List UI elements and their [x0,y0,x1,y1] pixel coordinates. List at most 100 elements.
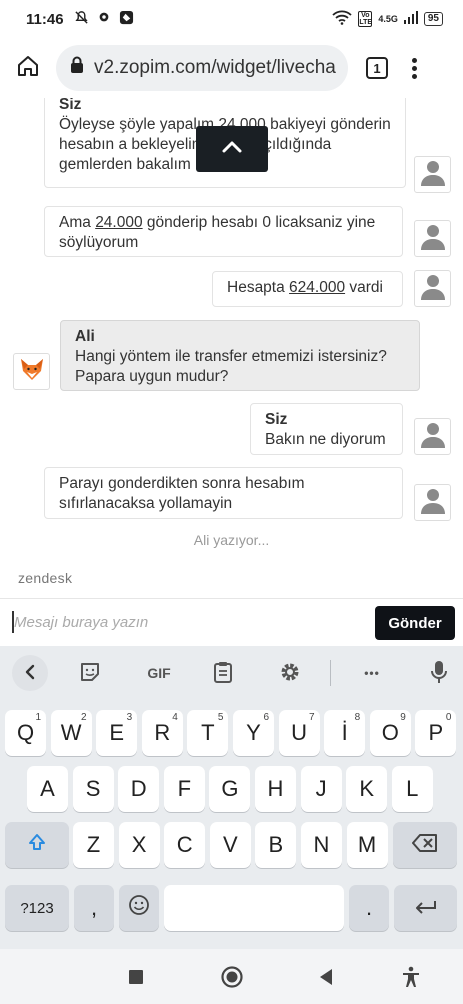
key[interactable]: P0 [415,710,457,756]
shift-key[interactable] [5,822,69,868]
key[interactable]: S [72,766,114,812]
message-text: Bakın ne diyorum [265,431,386,448]
keyboard-settings-button[interactable] [272,658,308,688]
message-composer: Gönder [0,598,463,646]
chat-message-visitor: Hesapta 624.000 vardi [212,271,403,307]
home-nav-icon[interactable] [220,965,244,989]
key[interactable]: U7 [278,710,320,756]
send-button[interactable]: Gönder [375,606,455,640]
key[interactable]: D [118,766,160,812]
space-key[interactable] [164,885,344,931]
key[interactable]: G [209,766,251,812]
key[interactable]: R4 [141,710,183,756]
key-hint: 5 [217,712,224,723]
key[interactable]: O9 [369,710,411,756]
shift-arrow-icon [27,832,47,858]
sticker-icon [79,661,101,686]
key-label: F [177,776,192,801]
voice-input-button[interactable] [421,658,457,688]
zendesk-logo[interactable]: zendesk [18,570,72,586]
key-label: W [60,720,82,745]
chat-message-visitor: Ama 24.000 gönderip hesabı 0 licaksaniz … [44,206,403,257]
backspace-icon [412,832,438,858]
key[interactable]: J [300,766,342,812]
key[interactable]: N [301,822,342,868]
status-left-icons [74,10,134,29]
key-label: B [268,832,284,857]
avatar [414,220,451,257]
tabs-icon[interactable]: 1 [366,57,388,79]
key[interactable]: M [346,822,388,868]
system-navigation-bar [0,949,463,1004]
key[interactable]: L [391,766,433,812]
key[interactable]: V [209,822,251,868]
comma-key[interactable]: , [74,885,114,931]
key-label: V [222,832,238,857]
key[interactable]: B [255,822,297,868]
settings-icon [97,10,111,28]
chat-message-agent: Ali Hangi yöntem ile transfer etmemizi i… [60,320,420,391]
key[interactable]: F [163,766,205,812]
key[interactable]: W2 [50,710,92,756]
key-label: E [109,720,125,745]
emoji-key[interactable] [119,885,159,931]
key-label: M [357,832,377,857]
gear-icon [279,661,301,686]
key-hint: 4 [172,712,178,723]
message-sender: Siz [265,411,288,428]
key[interactable]: Z [73,822,114,868]
signal-icon [403,11,418,27]
key[interactable]: X [118,822,160,868]
accessibility-icon[interactable] [399,965,423,989]
enter-key[interactable] [394,885,457,931]
chat-transcript[interactable]: Siz Öyleyse şöyle yapalım 24.000 bakiyey… [0,98,463,598]
backspace-key[interactable] [393,822,457,868]
key[interactable]: E3 [96,710,138,756]
avatar [414,418,451,455]
typing-indicator: Ali yazıyor... [193,532,270,548]
key-hint: 7 [309,712,315,723]
lock-icon [70,56,84,80]
address-bar[interactable]: v2.zopim.com/widget/livecha [56,45,348,91]
key[interactable]: H [255,766,296,812]
symbols-key[interactable]: ?123 [5,885,69,931]
url-text: v2.zopim.com/widget/livecha [94,57,336,78]
key[interactable]: C [164,822,206,868]
menu-icon[interactable] [410,57,418,79]
keyboard-back-button[interactable] [12,655,48,691]
message-input[interactable] [14,614,354,631]
sticker-button[interactable] [72,658,108,688]
key-label: K [359,776,375,801]
message-text: Parayı gonderdikten sonra hesabım sıfırl… [59,475,305,512]
key[interactable]: T5 [187,710,229,756]
key-label: U [291,720,308,745]
message-text: Hangi yöntem ile transfer etmemizi ister… [75,348,387,385]
key-label: T [201,720,215,745]
avatar [414,484,451,521]
clipboard-button[interactable] [205,658,241,688]
key[interactable]: A [27,766,68,812]
scroll-up-button[interactable] [196,126,268,172]
key[interactable]: K [346,766,388,812]
key[interactable]: Q1 [5,710,46,756]
emoji-icon [128,894,150,922]
key-label: İ [341,720,348,745]
recents-icon[interactable] [124,965,148,989]
gif-button[interactable]: GIF [139,658,179,688]
home-icon [16,54,40,83]
user-silhouette-icon [418,485,448,520]
status-right-icons: Vo LTE 4.5G 95 [332,10,443,28]
user-silhouette-icon [418,271,448,306]
text-caret [12,611,14,633]
more-button[interactable]: ••• [354,658,390,688]
message-sender: Ali [75,328,95,345]
key[interactable]: Y6 [233,710,274,756]
key-hint: 9 [400,712,406,723]
period-key[interactable]: . [349,885,389,931]
volte-badge: Vo LTE [358,11,373,27]
user-silhouette-icon [418,221,448,256]
key[interactable]: İ8 [324,710,366,756]
home-button[interactable] [10,50,46,86]
chevron-left-icon [24,664,36,683]
back-nav-icon[interactable] [314,965,338,989]
